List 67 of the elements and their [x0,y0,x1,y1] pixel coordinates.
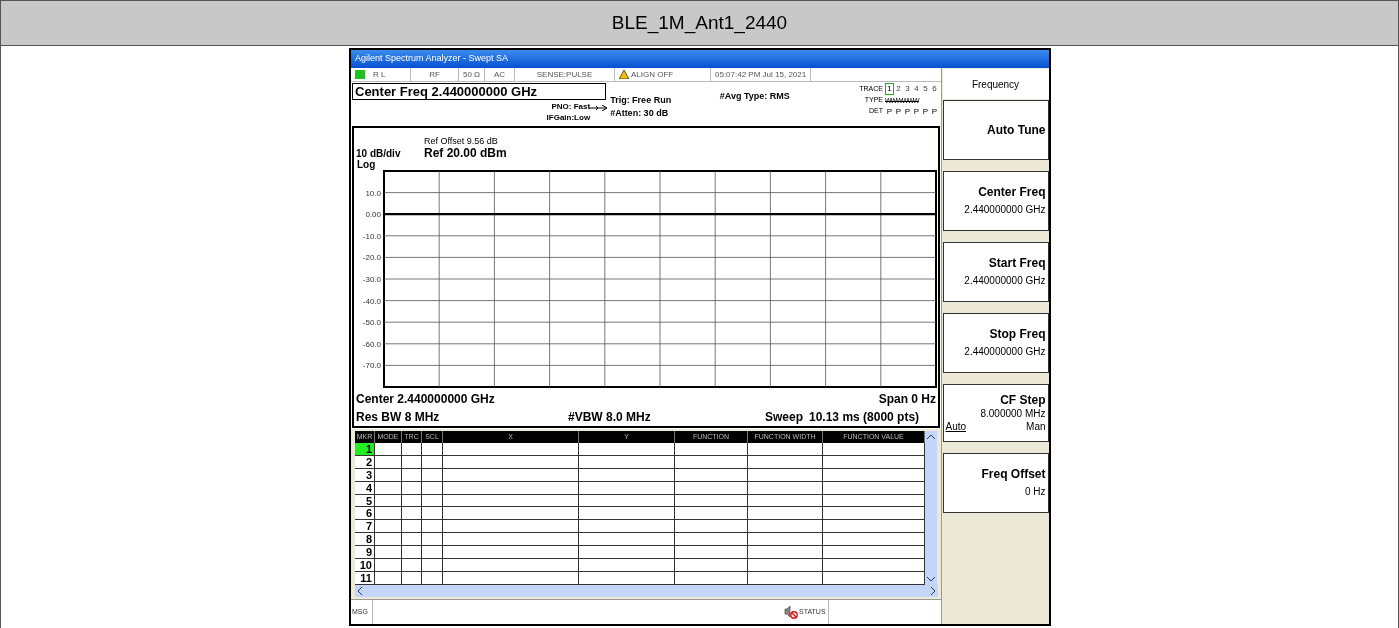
softkey[interactable]: Center Freq 2.440000000 GHz [942,171,1049,231]
avg-type-label: #Avg Type: RMS [719,91,790,101]
detector-letter: P [903,106,912,117]
softkey[interactable]: Freq Offset 0 Hz [942,453,1049,513]
y-tick-label: -30.0 [362,275,381,284]
status-text: AC [493,68,506,81]
y-tick-label: -40.0 [362,296,381,306]
lxi-icon [355,70,365,79]
ref-level-label: Ref 20.00 dBm [424,147,507,160]
vertical-scrollbar[interactable] [925,431,937,585]
arrow-icon [589,105,607,111]
pno-label: PNO: Fast [551,101,591,112]
softkey[interactable]: Stop Freq 2.440000000 GHz [942,313,1049,373]
window-title: Agilent Spectrum Analyzer - Swept SA [355,52,509,66]
toggle-option[interactable]: Man [1026,420,1046,433]
status-text: SENSE:PULSE [536,68,593,81]
status-text: 05:07:42 PM Jul 15, 2021 [715,68,807,81]
ref-offset-label: Ref Offset 9.56 dB [424,135,499,147]
softkey-label: CF Step [1000,393,1046,407]
toggle-option[interactable]: Auto [945,420,967,433]
trace-number[interactable]: 6 [930,83,939,95]
scroll-left-icon[interactable] [358,586,363,595]
y-tick-label: 10.0 [365,188,381,198]
y-tick-label: 0.00 [365,210,381,220]
scale-label: 10 dB/div [356,148,402,160]
scroll-right-icon[interactable] [930,586,935,595]
document-title: BLE_1M_Ant1_2440 [611,10,788,36]
sweep-label: Sweep [765,409,803,426]
atten-label: #Atten: 30 dB [610,107,670,120]
detector-letter: P [930,106,939,117]
scale-type-label: Log [356,160,376,170]
center-freq-field[interactable]: Center Freq 2.440000000 GHz [352,83,606,100]
y-tick-label: -20.0 [362,253,381,263]
detector-letter: P [912,106,921,117]
trace-number[interactable]: 1 [885,83,894,95]
status-text: RF [429,68,440,81]
scroll-down-icon[interactable] [927,576,935,582]
rbw-label: Res BW 8 MHz [356,409,441,426]
y-tick-label: -50.0 [362,318,381,328]
status-text: ALIGN OFF [631,68,674,81]
y-tick-label: -70.0 [362,361,381,371]
scroll-up-icon[interactable] [927,434,935,439]
ifgain-label: IFGain:Low [546,112,591,123]
marker-number[interactable]: 1 [355,443,375,455]
speaker-muted-icon [784,605,798,619]
softkey[interactable]: Auto Tune [942,100,1049,160]
softkey-value: 8.000000 MHz [980,407,1046,420]
vbw-label: #VBW 8.0 MHz [568,409,652,426]
warning-icon [619,70,629,79]
detector-letter: P [885,106,894,117]
sweep-value: 10.13 ms (8000 pts) [809,409,920,426]
y-tick-label: -10.0 [362,231,381,241]
status-text: 50 Ω [462,68,481,81]
trace-number[interactable]: 5 [921,83,930,95]
center-label: Center 2.440000000 GHz [356,391,495,408]
menu-title: Frequency [942,69,1049,99]
status-text: R L [373,68,386,81]
detector-letter: P [921,106,930,117]
trace-number[interactable]: 2 [894,83,903,95]
detector-letter: P [894,106,903,117]
y-tick-label: -60.0 [362,339,381,349]
trigger-label: Trig: Free Run [610,94,673,107]
softkey[interactable]: Start Freq 2.440000000 GHz [942,242,1049,302]
trace-number[interactable]: 4 [912,83,921,95]
span-label: Span 0 Hz [878,391,936,408]
softkey[interactable]: CF Step 8.000000 MHz Auto Man [942,384,1049,442]
trace-number[interactable]: 3 [903,83,912,95]
